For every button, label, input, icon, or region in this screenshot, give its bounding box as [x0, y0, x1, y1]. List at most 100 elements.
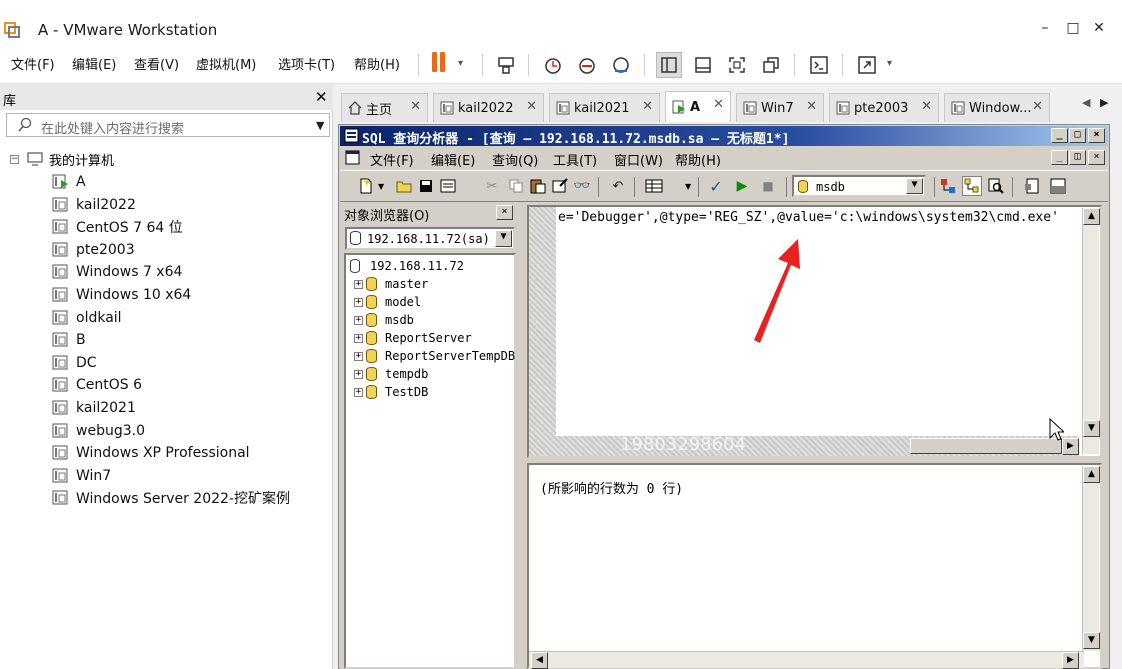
unity-mode-icon[interactable] — [758, 52, 784, 78]
cancel-query-icon[interactable]: ■ — [758, 176, 778, 196]
results-hscrollbar[interactable]: ◀ ▶ — [529, 651, 1084, 669]
show-thumbnail-bar-icon[interactable] — [690, 52, 716, 78]
cut-icon[interactable]: ✂ — [482, 176, 502, 196]
expand-icon[interactable]: + — [354, 297, 363, 307]
database-node[interactable]: + ReportServerTempDB — [354, 347, 515, 365]
send-ctrl-alt-del-icon[interactable] — [493, 52, 519, 78]
snapshot-icon[interactable] — [540, 52, 566, 78]
expand-icon[interactable]: + — [354, 279, 363, 289]
object-search-icon[interactable] — [986, 176, 1006, 196]
scroll-up-icon[interactable]: ▲ — [1083, 466, 1100, 483]
library-vm-item[interactable]: kail2022 — [52, 194, 136, 216]
execute-query-icon[interactable]: ▶ — [732, 176, 752, 196]
object-browser-close-button[interactable]: × — [496, 205, 513, 220]
expand-icon[interactable]: + — [354, 351, 363, 361]
database-node[interactable]: + msdb — [354, 311, 414, 329]
chevron-down-icon[interactable]: ▼ — [495, 230, 512, 247]
menu-edit[interactable]: 编辑(E) — [72, 54, 116, 73]
tab[interactable]: kail2022 ✕ — [433, 93, 544, 122]
library-vm-item[interactable]: A — [52, 171, 86, 193]
insert-template-icon[interactable] — [438, 176, 458, 196]
minimize-button[interactable]: – — [1034, 20, 1056, 36]
full-screen-icon[interactable] — [724, 52, 750, 78]
panel-splitter[interactable] — [518, 203, 526, 669]
library-vm-item[interactable]: DC — [52, 352, 97, 374]
library-vm-item[interactable]: Windows XP Professional — [52, 442, 250, 464]
library-search-input[interactable]: 在此处键入内容进行搜索 ▼ — [6, 113, 330, 137]
library-vm-item[interactable]: B — [52, 329, 86, 351]
expand-icon[interactable]: + — [354, 369, 363, 379]
server-select[interactable]: 192.168.11.72(sa) ▼ — [345, 227, 515, 250]
pause-dropdown-icon[interactable]: ▾ — [458, 58, 463, 69]
tab[interactable]: Win7 ✕ — [736, 93, 824, 122]
tab-close-icon[interactable]: ✕ — [713, 97, 724, 112]
library-vm-item[interactable]: CentOS 6 — [52, 374, 142, 396]
library-close-button[interactable]: ✕ — [315, 88, 328, 106]
tab[interactable]: kail2021 ✕ — [549, 93, 660, 122]
show-library-icon[interactable] — [656, 52, 682, 78]
database-select[interactable]: msdb ▼ — [792, 175, 926, 197]
tab[interactable]: Window... ✕ — [944, 93, 1050, 122]
sql-minimize-button[interactable]: _ — [1051, 128, 1068, 143]
snapshot-manager-icon[interactable] — [608, 52, 634, 78]
sql-menu-query[interactable]: 查询(Q) — [492, 150, 538, 169]
library-vm-item[interactable]: Windows 10 x64 — [52, 284, 191, 306]
tab[interactable]: pte2003 ✕ — [829, 93, 939, 122]
chevron-down-icon[interactable]: ▼ — [316, 119, 324, 132]
scroll-right-icon[interactable]: ▶ — [1062, 438, 1079, 455]
close-button[interactable]: ✕ — [1088, 20, 1110, 36]
find-icon[interactable]: 👓 — [572, 176, 592, 196]
doc-minimize-button[interactable]: _ — [1051, 150, 1068, 165]
tab[interactable]: 主页 ✕ — [341, 93, 428, 122]
sql-menu-file[interactable]: 文件(F) — [370, 150, 414, 169]
database-node[interactable]: + ReportServer — [354, 329, 472, 347]
tab-close-icon[interactable]: ✕ — [921, 99, 932, 114]
database-node[interactable]: + TestDB — [354, 383, 428, 401]
paste-icon[interactable] — [528, 176, 548, 196]
collapse-icon[interactable]: − — [10, 154, 19, 164]
new-query-dropdown-icon[interactable]: ▼ — [378, 182, 384, 191]
expand-icon[interactable]: + — [354, 315, 363, 325]
library-vm-item[interactable]: Windows Server 2022-挖矿案例 — [52, 487, 290, 509]
library-vm-item[interactable]: oldkail — [52, 307, 122, 329]
menu-file[interactable]: 文件(F) — [11, 54, 55, 73]
tab-scroll-right-icon[interactable]: ▶ — [1100, 96, 1108, 109]
current-connection-properties-icon[interactable] — [1022, 176, 1042, 196]
tree-root-my-computer[interactable]: − 我的计算机 — [10, 149, 114, 169]
tab-scroll-left-icon[interactable]: ◀ — [1082, 96, 1090, 109]
tab-close-icon[interactable]: ✕ — [410, 99, 421, 114]
scroll-right-icon[interactable]: ▶ — [1062, 652, 1079, 669]
save-icon[interactable] — [416, 176, 436, 196]
scroll-left-icon[interactable]: ◀ — [531, 652, 548, 669]
pause-icon[interactable] — [432, 52, 446, 74]
tab-close-icon[interactable]: ✕ — [806, 99, 817, 114]
sql-menu-window[interactable]: 窗口(W) — [614, 150, 663, 169]
scroll-down-icon[interactable]: ▼ — [1083, 420, 1100, 437]
revert-snapshot-icon[interactable] — [574, 52, 600, 78]
database-node[interactable]: + tempdb — [354, 365, 428, 383]
library-vm-item[interactable]: Win7 — [52, 465, 111, 487]
chevron-down-icon[interactable]: ▼ — [906, 178, 923, 194]
query-vscrollbar[interactable]: ▲ ▼ — [1082, 208, 1100, 454]
tab-close-icon[interactable]: ✕ — [642, 99, 653, 114]
maximize-button[interactable]: □ — [1062, 20, 1084, 36]
library-vm-item[interactable]: pte2003 — [52, 239, 135, 261]
results-vscrollbar[interactable]: ▲ ▼ — [1082, 466, 1100, 651]
doc-close-button[interactable]: × — [1088, 150, 1105, 165]
sql-maximize-button[interactable]: □ — [1069, 128, 1086, 143]
sql-menu-edit[interactable]: 编辑(E) — [431, 150, 475, 169]
library-vm-item[interactable]: Windows 7 x64 — [52, 261, 182, 283]
results-dropdown-icon[interactable]: ▼ — [685, 182, 691, 191]
new-query-icon[interactable] — [356, 176, 376, 196]
database-node[interactable]: + model — [354, 293, 421, 311]
tab-close-icon[interactable]: ✕ — [526, 99, 537, 114]
menu-tabs[interactable]: 选项卡(T) — [278, 54, 335, 73]
console-view-icon[interactable] — [806, 52, 832, 78]
parse-query-icon[interactable]: ✓ — [706, 176, 726, 196]
sql-menu-tools[interactable]: 工具(T) — [553, 150, 597, 169]
scroll-down-icon[interactable]: ▼ — [1083, 632, 1100, 649]
expand-icon[interactable]: + — [354, 387, 363, 397]
object-browser-toggle-icon[interactable] — [962, 176, 982, 196]
sql-close-button[interactable]: × — [1088, 128, 1105, 143]
stretch-dropdown-icon[interactable]: ▾ — [887, 58, 892, 69]
